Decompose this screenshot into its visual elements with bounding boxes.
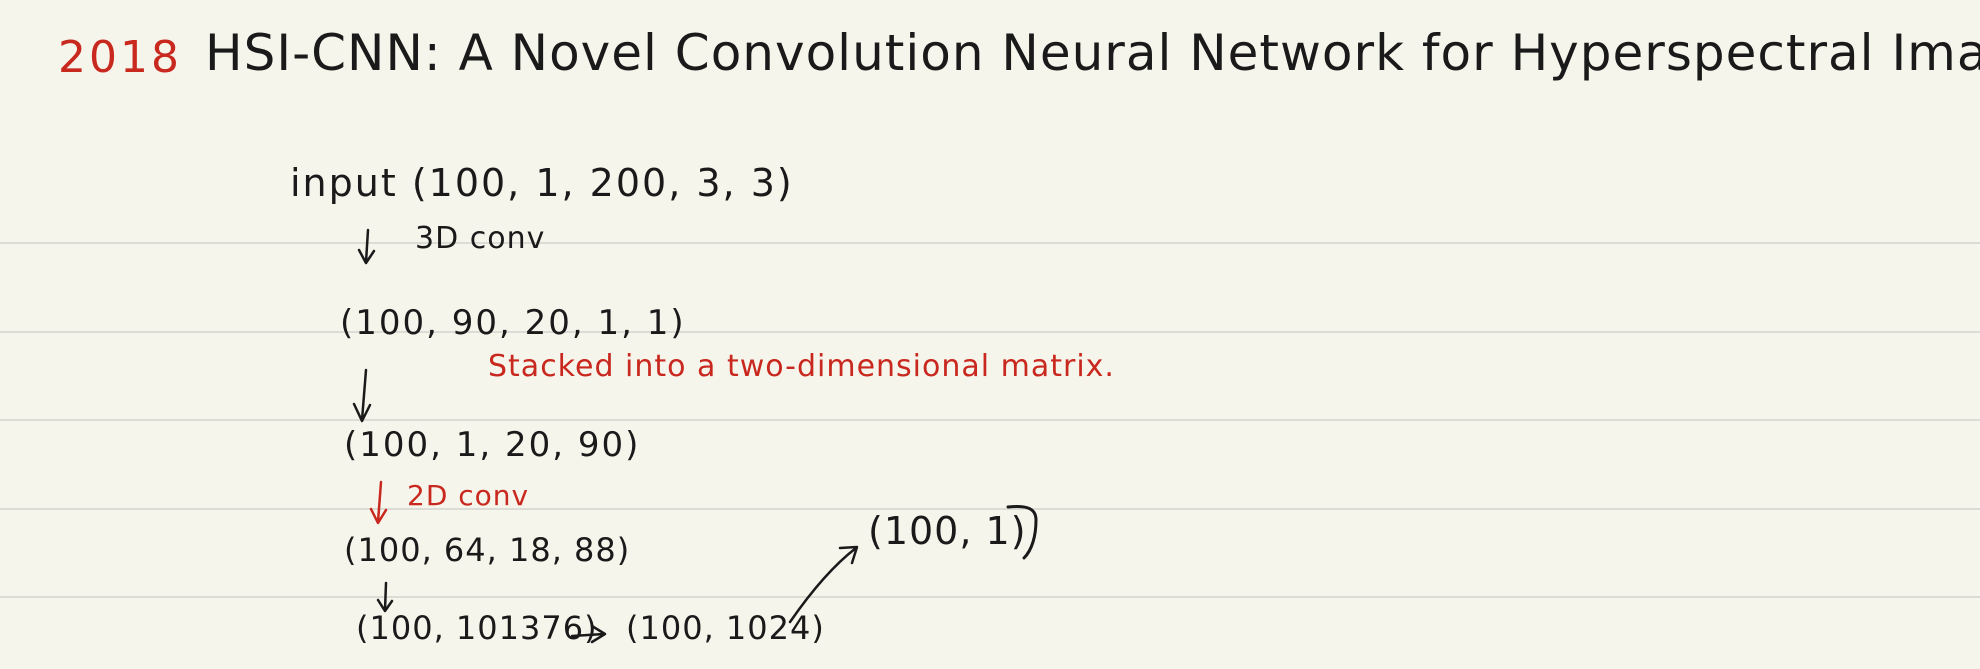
output-bracket-icon [1006, 504, 1038, 560]
down-arrow-icon [357, 228, 376, 265]
curved-arrow-icon [788, 545, 859, 624]
down-arrow-icon [352, 368, 372, 423]
arrows-layer [352, 228, 1038, 644]
down-arrow-icon [376, 581, 394, 613]
notebook-page: 2018 HSI-CNN: A Novel Convolution Neural… [0, 0, 1980, 669]
right-arrow-icon [570, 624, 607, 644]
down-arrow-icon [369, 480, 388, 525]
